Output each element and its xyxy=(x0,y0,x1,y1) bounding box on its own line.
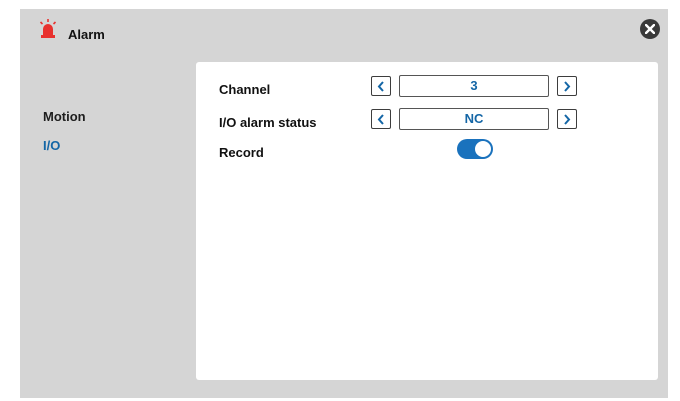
title-bar: Alarm xyxy=(20,9,668,53)
io-status-value: NC xyxy=(399,108,549,130)
window-title: Alarm xyxy=(68,27,105,42)
channel-prev-button[interactable] xyxy=(371,76,391,96)
sidebar-item-motion[interactable]: Motion xyxy=(43,109,86,124)
toggle-knob xyxy=(474,140,492,158)
record-label: Record xyxy=(219,145,264,160)
chevron-left-icon xyxy=(377,114,384,125)
close-button[interactable] xyxy=(640,19,660,39)
channel-next-button[interactable] xyxy=(557,76,577,96)
chevron-right-icon xyxy=(564,114,571,125)
record-toggle[interactable] xyxy=(457,139,493,159)
sidebar-item-io[interactable]: I/O xyxy=(43,138,60,153)
settings-panel: Channel 3 I/O alarm status NC Record xyxy=(196,62,658,380)
alarm-settings-window: Alarm Motion I/O Channel 3 I/O alarm sta… xyxy=(20,9,668,398)
io-status-prev-button[interactable] xyxy=(371,109,391,129)
io-status-label: I/O alarm status xyxy=(219,115,317,130)
chevron-right-icon xyxy=(564,81,571,92)
io-status-next-button[interactable] xyxy=(557,109,577,129)
channel-value: 3 xyxy=(399,75,549,97)
close-icon xyxy=(645,24,655,34)
chevron-left-icon xyxy=(377,81,384,92)
alarm-siren-icon xyxy=(37,18,59,40)
channel-label: Channel xyxy=(219,82,271,97)
